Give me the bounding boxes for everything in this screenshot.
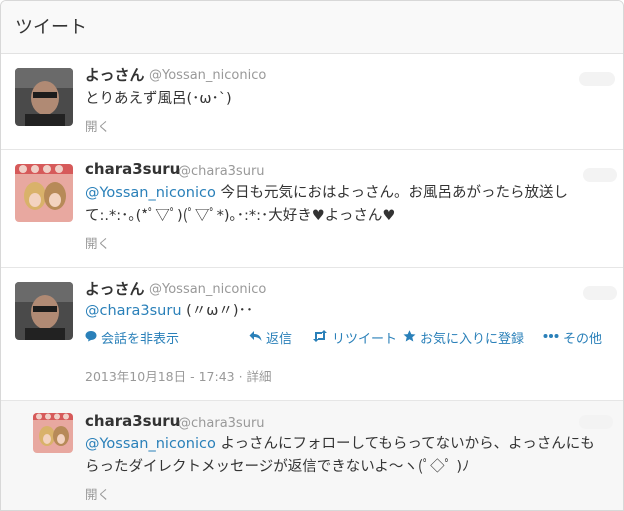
more-dots-icon xyxy=(543,330,559,346)
favorite-button[interactable]: お気に入りに登録 xyxy=(403,328,524,347)
tweet-actions: 会話を非表示 返信 リツイート お気に入りに登録 その他 xyxy=(85,328,615,347)
user-handle[interactable]: @Yossan_niconico xyxy=(149,282,266,297)
open-link[interactable]: 開く xyxy=(85,233,110,252)
retweet-icon xyxy=(312,329,328,346)
more-button[interactable]: その他 xyxy=(543,328,602,347)
favorite-label: お気に入りに登録 xyxy=(420,332,525,347)
retweet-label: リツイート xyxy=(332,332,398,347)
tweet-timestamp: 2013年10月18日 - 17:43 · 詳細 xyxy=(85,366,272,385)
more-label: その他 xyxy=(563,332,603,347)
redacted-mark xyxy=(579,72,615,86)
panel-header: ツイート xyxy=(1,1,623,54)
reply-button[interactable]: 返信 xyxy=(249,328,292,347)
reply-arrow-icon xyxy=(249,330,262,346)
redacted-mark xyxy=(583,286,617,300)
tweet-item[interactable]: chara3suru @chara3suru @Yossan_niconico … xyxy=(1,150,623,268)
tweet-date[interactable]: 2013年10月18日 xyxy=(85,369,186,384)
open-link[interactable]: 開く xyxy=(85,116,110,135)
mention-link[interactable]: @chara3suru xyxy=(85,303,182,319)
reply-label: 返信 xyxy=(266,332,293,347)
meta-separator: - xyxy=(186,369,199,384)
user-handle[interactable]: @Yossan_niconico xyxy=(149,68,266,83)
tweet-time[interactable]: 17:43 xyxy=(199,369,235,384)
tweet-text-line: 今日も元気におはよっさん。お風呂あがったら放送し xyxy=(215,185,569,201)
meta-separator: · xyxy=(234,369,247,384)
mention-link[interactable]: @Yossan_niconico xyxy=(85,185,216,201)
user-name[interactable]: chara3suru xyxy=(85,160,180,178)
avatar[interactable] xyxy=(15,282,73,340)
tweet-panel: ツイート よっさん @Yossan_niconico とりあえず風呂(･ω･`)… xyxy=(0,0,624,511)
user-name[interactable]: chara3suru xyxy=(85,412,180,430)
tweet-text-line: らったダイレクトメッセージが返信できないよ〜ヽ(ﾟ◇ﾟ )ﾉ xyxy=(85,459,470,475)
redacted-mark xyxy=(579,415,613,429)
user-handle[interactable]: @chara3suru xyxy=(178,164,265,179)
speech-bubble-icon xyxy=(85,330,97,346)
tweet-text-line: よっさんにフォローしてもらってないから、よっさんにも xyxy=(215,436,595,452)
tweet-text-line: とりあえず風呂(･ω･`) xyxy=(85,91,232,107)
user-name[interactable]: よっさん xyxy=(85,278,145,299)
retweet-button[interactable]: リツイート xyxy=(312,328,397,347)
star-icon xyxy=(403,329,416,346)
tweet-text-line: て:.*:･｡(*ﾟ▽ﾟ)(ﾟ▽ﾟ*)｡･:*:･大好き♥よっさん♥ xyxy=(85,208,396,224)
reply-tweet-item[interactable]: chara3suru @chara3suru @Yossan_niconico … xyxy=(1,401,623,510)
avatar[interactable] xyxy=(15,164,73,222)
user-name[interactable]: よっさん xyxy=(85,64,145,85)
redacted-mark xyxy=(583,168,617,182)
hide-conversation-button[interactable]: 会話を非表示 xyxy=(85,328,179,347)
avatar[interactable] xyxy=(33,413,73,453)
tweet-text-line: (〃ω〃)･･ xyxy=(181,303,254,319)
mention-link[interactable]: @Yossan_niconico xyxy=(85,436,216,452)
tweet-text: @Yossan_niconico 今日も元気におはよっさん。お風呂あがったら放送… xyxy=(85,182,568,228)
tweet-text: @chara3suru (〃ω〃)･･ xyxy=(85,300,253,323)
tweet-item[interactable]: よっさん @Yossan_niconico とりあえず風呂(･ω･`) 開く xyxy=(1,54,623,150)
avatar[interactable] xyxy=(15,68,73,126)
open-link[interactable]: 開く xyxy=(85,484,110,503)
hide-conversation-label: 会話を非表示 xyxy=(101,332,180,347)
tweet-text: @Yossan_niconico よっさんにフォローしてもらってないから、よっさ… xyxy=(85,433,595,479)
detail-link[interactable]: 詳細 xyxy=(247,369,272,384)
tweet-text: とりあえず風呂(･ω･`) xyxy=(85,88,232,111)
user-handle[interactable]: @chara3suru xyxy=(178,416,265,431)
panel-title: ツイート xyxy=(15,17,87,38)
tweet-item-expanded[interactable]: よっさん @Yossan_niconico @chara3suru (〃ω〃)･… xyxy=(1,268,623,401)
